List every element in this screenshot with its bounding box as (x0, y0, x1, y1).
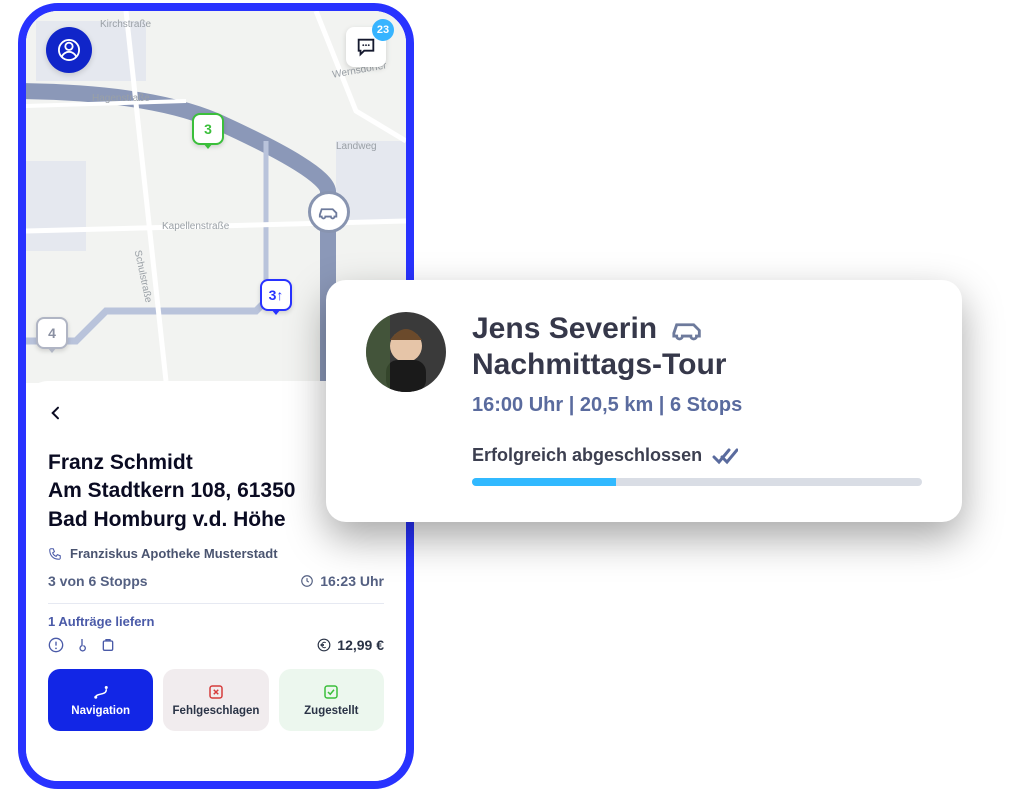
driver-name: Jens Severin (472, 312, 657, 346)
street-label: Hagenstraße (92, 93, 150, 104)
stops-progress: 3 von 6 Stopps (48, 573, 148, 589)
vehicle-pin[interactable] (308, 191, 350, 233)
route-icon (92, 683, 110, 701)
attributes-row: 12,99 € (48, 637, 384, 653)
failed-label: Fehlgeschlagen (173, 705, 260, 717)
map-marker-blue[interactable]: 3↑ (260, 279, 292, 311)
tour-progress-fill (472, 478, 616, 486)
stop-time: 16:23 Uhr (320, 573, 384, 589)
pharmacy-name: Franziskus Apotheke Musterstadt (70, 546, 278, 561)
navigation-button[interactable]: Navigation (48, 669, 153, 731)
double-check-icon (712, 446, 738, 466)
profile-button[interactable] (46, 27, 92, 73)
tour-meta: 16:00 Uhr | 20,5 km | 6 Stops (472, 394, 922, 417)
failed-button[interactable]: Fehlgeschlagen (163, 669, 268, 731)
delivered-button[interactable]: Zugestellt (279, 669, 384, 731)
tour-body: Jens Severin Nachmittags-Tour 16:00 Uhr … (472, 312, 922, 486)
map-topbar: 23 (26, 27, 406, 73)
euro-icon (317, 638, 331, 652)
alert-icon (48, 637, 64, 653)
tour-summary-card[interactable]: Jens Severin Nachmittags-Tour 16:00 Uhr … (326, 280, 962, 522)
delivered-label: Zugestellt (304, 705, 358, 717)
price: 12,99 € (337, 637, 384, 653)
navigation-label: Navigation (71, 705, 130, 717)
deliver-count: 1 Aufträge liefern (48, 614, 384, 629)
pharmacy-row[interactable]: Franziskus Apotheke Musterstadt (48, 546, 384, 561)
divider (48, 603, 384, 604)
chat-badge: 23 (372, 19, 394, 41)
map-marker-gray[interactable]: 4 (36, 317, 68, 349)
driver-avatar (366, 312, 446, 392)
address-line-2: Bad Homburg v.d. Höhe (48, 508, 286, 531)
street-label: Landweg (336, 141, 377, 152)
package-icon (100, 637, 116, 653)
customer-name: Franz Schmidt (48, 451, 193, 474)
car-icon (671, 317, 705, 341)
address-line-1: Am Stadtkern 108, 61350 (48, 479, 295, 502)
chat-icon (355, 36, 377, 58)
clock-icon (300, 574, 314, 588)
user-icon (58, 39, 80, 61)
x-square-icon (207, 683, 225, 701)
tour-progress-bar (472, 478, 922, 486)
chevron-left-icon (48, 405, 64, 421)
action-row: Navigation Fehlgeschlagen Zugestellt (48, 669, 384, 731)
check-square-icon (322, 683, 340, 701)
street-label: Kapellenstraße (162, 221, 229, 232)
car-icon (318, 204, 340, 220)
tour-name: Nachmittags-Tour (472, 348, 922, 382)
tour-status-text: Erfolgreich abgeschlossen (472, 445, 702, 466)
tour-status-row: Erfolgreich abgeschlossen (472, 445, 922, 466)
stop-meta-row: 3 von 6 Stopps 16:23 Uhr (48, 573, 384, 589)
chat-button[interactable]: 23 (346, 27, 386, 67)
temperature-icon (74, 637, 90, 653)
phone-icon (48, 547, 62, 561)
map-marker-green[interactable]: 3 (192, 113, 224, 145)
